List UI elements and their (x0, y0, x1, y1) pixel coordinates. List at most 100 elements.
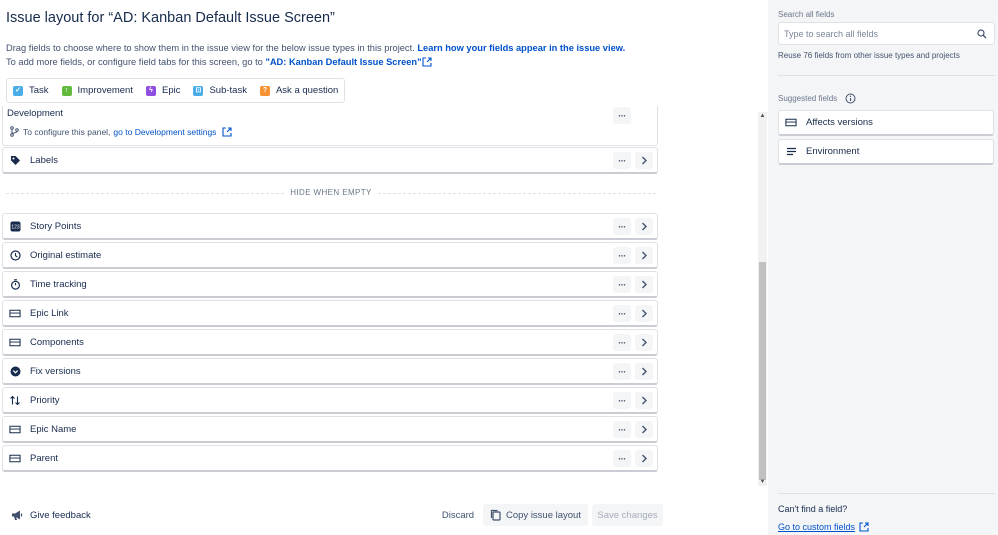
field-more-button[interactable]: ··· (613, 218, 631, 235)
field-label: Time tracking (30, 278, 87, 290)
layout-editor: Issue layout for “AD: Kanban Default Iss… (0, 0, 768, 535)
field-more-button[interactable]: ··· (613, 276, 631, 293)
field-more-button[interactable]: ··· (613, 392, 631, 409)
field-row[interactable]: Fix versions ··· (2, 358, 658, 385)
copy-icon (490, 509, 501, 521)
chevron-right-icon[interactable] (635, 392, 653, 409)
field-label: Original estimate (30, 249, 102, 261)
copy-issue-layout-button[interactable]: Copy issue layout (483, 504, 588, 526)
give-feedback-button[interactable]: Give feedback (11, 509, 91, 521)
chevron-right-icon[interactable] (635, 421, 653, 438)
issue-type-item: ⊡ Sub-task (193, 85, 247, 96)
chevron-right-icon[interactable] (635, 334, 653, 351)
field-more-button[interactable]: ··· (613, 247, 631, 264)
give-feedback-label: Give feedback (30, 509, 91, 521)
stopwatch-icon (9, 278, 21, 290)
field-label: Fix versions (30, 365, 81, 377)
discard-button[interactable]: Discard (436, 504, 480, 526)
field-row[interactable]: Priority ··· (2, 387, 658, 414)
issue-type-label: Improvement (77, 85, 133, 96)
paragraph-icon (785, 146, 797, 158)
learn-fields-link[interactable]: Learn how your fields appear in the issu… (417, 43, 625, 53)
priority-icon (9, 394, 21, 406)
development-panel[interactable]: Development To configure this panel, go t… (2, 106, 658, 146)
hide-when-empty-label: HIDE WHEN EMPTY (290, 188, 372, 197)
field-more-button[interactable]: ··· (613, 305, 631, 322)
clock-icon (9, 249, 21, 261)
select-icon (9, 307, 21, 319)
issue-type-item: ✓ Task (13, 85, 49, 96)
chevron-right-icon[interactable] (635, 152, 653, 169)
development-more-button[interactable]: ··· (613, 107, 631, 124)
field-row[interactable]: Time tracking ··· (2, 271, 658, 298)
hide-when-empty-divider: HIDE WHEN EMPTY (6, 188, 656, 198)
suggested-field[interactable]: Affects versions (778, 110, 994, 136)
field-more-button[interactable]: ··· (613, 363, 631, 380)
field-row[interactable]: 123 Story Points ··· (2, 213, 658, 240)
field-row[interactable]: Epic Link ··· (2, 300, 658, 327)
field-label: Components (30, 336, 84, 348)
description-line-1: Drag fields to choose where to show them… (6, 43, 415, 53)
development-label: Development (7, 108, 63, 119)
search-label: Search all fields (778, 10, 835, 19)
search-icon (977, 29, 987, 39)
field-row[interactable]: Components ··· (2, 329, 658, 356)
scroll-down-arrow[interactable]: ▼ (758, 478, 767, 486)
arrow-up-icon: ↑ (61, 85, 72, 96)
scrollbar-thumb[interactable] (759, 262, 766, 480)
suggested-field[interactable]: Environment (778, 139, 994, 165)
field-row[interactable]: Parent ··· (2, 445, 658, 472)
chevron-right-icon[interactable] (635, 276, 653, 293)
checkbox-icon: ✓ (13, 85, 23, 96)
select-icon (9, 423, 21, 435)
select-icon (785, 117, 797, 129)
lightning-icon: ϟ (145, 85, 156, 96)
svg-text:123: 123 (11, 224, 20, 230)
field-more-button[interactable]: ··· (613, 152, 631, 169)
field-sidebar: Search all fields Reuse 76 fields from o… (768, 0, 998, 535)
footer-bar: Give feedback Discard Copy issue layout … (0, 500, 768, 530)
chevron-right-icon[interactable] (635, 363, 653, 380)
custom-fields-link[interactable]: Go to custom fields (778, 522, 869, 532)
field-more-button[interactable]: ··· (613, 450, 631, 467)
issue-type-label: Task (29, 85, 49, 96)
chevron-right-icon[interactable] (635, 218, 653, 235)
field-row[interactable]: Original estimate ··· (2, 242, 658, 269)
chevron-right-icon[interactable] (635, 450, 653, 467)
search-input[interactable] (784, 28, 964, 39)
issue-type-label: Ask a question (275, 85, 339, 96)
issue-type-label: Sub-task (209, 85, 247, 96)
field-label: Epic Name (30, 423, 77, 435)
suggested-field-label: Affects versions (806, 117, 873, 128)
suggested-fields-label: Suggested fields (778, 94, 838, 103)
scroll-up-arrow[interactable]: ▲ (758, 112, 767, 120)
development-note-text: To configure this panel, (23, 126, 111, 137)
search-field[interactable] (778, 22, 995, 45)
development-settings-link[interactable]: go to Development settings (113, 127, 216, 137)
suggested-field-label: Environment (806, 146, 860, 157)
page-description: Drag fields to choose where to show them… (6, 42, 625, 69)
chevron-right-icon[interactable] (635, 305, 653, 322)
screen-link[interactable]: "AD: Kanban Default Issue Screen" (265, 57, 432, 67)
field-label: Parent (30, 452, 58, 464)
chevron-right-icon[interactable] (635, 247, 653, 264)
info-icon[interactable] (845, 93, 856, 104)
field-more-button[interactable]: ··· (613, 334, 631, 351)
subtask-icon: ⊡ (193, 85, 204, 96)
field-label: Story Points (30, 220, 82, 232)
sidebar-divider (778, 75, 995, 76)
fields-scrollbar[interactable]: ▲ ▼ (758, 112, 767, 486)
number-icon: 123 (9, 220, 21, 232)
suggested-fields-heading: Suggested fields (778, 93, 856, 104)
development-note: To configure this panel, go to Developmen… (9, 126, 232, 137)
select-icon (9, 452, 21, 464)
field-more-button[interactable]: ··· (613, 421, 631, 438)
issue-types-bar: ✓ Task ↑ Improvement ϟ Epic ⊡ Sub-task? Ask a qu… (6, 78, 346, 103)
field-label: Labels (30, 154, 58, 166)
reuse-fields-text: Reuse 76 fields from other issue types a… (778, 51, 960, 60)
field-row[interactable]: Epic Name ··· (2, 416, 658, 443)
tag-icon (9, 154, 21, 166)
field-row[interactable]: Labels ··· (2, 147, 658, 174)
save-changes-button[interactable]: Save changes (592, 504, 663, 526)
cant-find-text: Can't find a field? (778, 504, 848, 514)
